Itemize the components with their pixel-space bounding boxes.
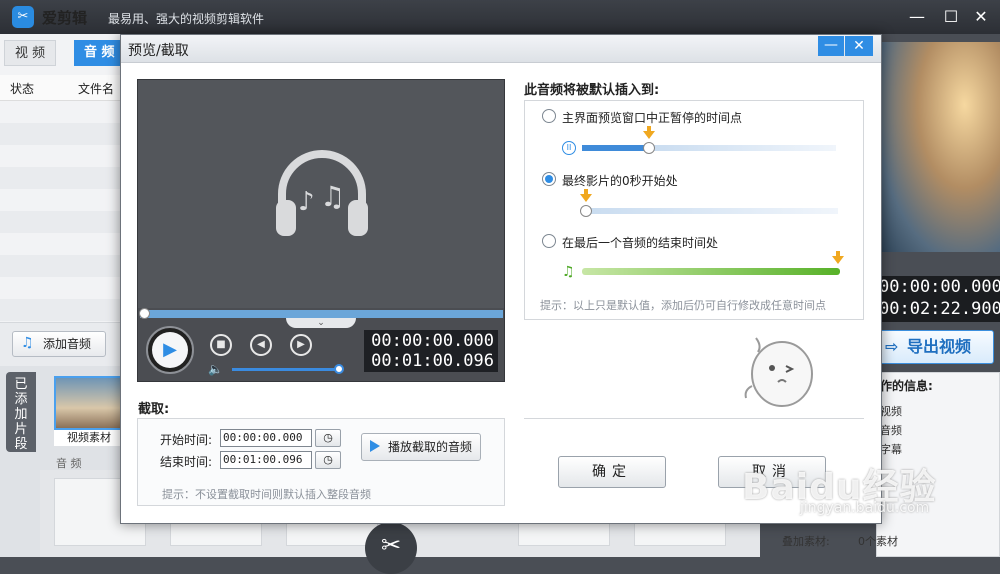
play-icon[interactable]: ▶ [152, 332, 188, 368]
insert-position-title: 此音频将被默认插入到: [524, 83, 660, 98]
info-line: 音频 [880, 424, 902, 437]
timeline-handle [643, 142, 655, 154]
list-row [0, 167, 120, 189]
player-time-total: 00:01:00.096 [371, 351, 494, 371]
pause-icon: II [562, 141, 576, 155]
end-time-clock-button[interactable]: ◷ [315, 451, 341, 469]
export-video-button[interactable]: ⇨ 导出视频 [876, 330, 994, 364]
option-start-label[interactable]: 最终影片的0秒开始处 [562, 172, 678, 189]
option-last-audio-end-radio[interactable] [542, 234, 556, 248]
svg-text:♪: ♪ [298, 187, 315, 217]
timeline-bar [586, 208, 838, 214]
end-time-input[interactable]: 00:01:00.096 [220, 451, 312, 469]
overlay-value: 0个素材 [858, 535, 898, 548]
option-paused-point-radio[interactable] [542, 109, 556, 123]
insert-marker-icon [832, 256, 844, 264]
dialog-minimize-button[interactable]: — [818, 36, 844, 56]
preview-image [882, 42, 1000, 252]
clip-label: 视频素材 [54, 430, 124, 446]
mascot-image [744, 337, 813, 407]
start-time-label: 开始时间: [160, 433, 213, 447]
app-slogan: 最易用、强大的视频剪辑软件 [108, 12, 265, 26]
play-triangle-icon [370, 440, 380, 452]
playback-progress-bar[interactable] [140, 310, 503, 318]
dialog-titlebar [121, 35, 881, 63]
add-music-icon: ♫ [21, 335, 34, 351]
insert-marker-icon [643, 131, 655, 139]
export-label: 导出视频 [907, 337, 972, 356]
baidu-watermark-url: jingyan.baidu.com [800, 500, 930, 516]
next-button[interactable]: ▶ [290, 334, 312, 356]
expand-toggle[interactable]: ⌄ [286, 318, 356, 328]
option-paused-point-label[interactable]: 主界面预览窗口中正暂停的时间点 [562, 109, 742, 126]
end-time-label: 结束时间: [160, 455, 213, 469]
column-status: 状态 [10, 82, 35, 96]
dialog-divider [524, 418, 864, 419]
play-cut-audio-label: 播放截取的音频 [388, 440, 473, 454]
player-timecode: 00:00:00.000 00:01:00.096 [364, 330, 498, 372]
added-clips-tab[interactable]: 已添加片段 [6, 372, 36, 452]
export-icon: ⇨ [885, 337, 899, 356]
tab-video[interactable]: 视 频 [4, 40, 57, 66]
overlay-label: 叠加素材: [782, 535, 830, 548]
list-row [0, 255, 120, 277]
audio-track-bar [582, 268, 840, 275]
add-audio-button[interactable]: ♫ 添加音频 [12, 331, 106, 357]
audio-track-label: 音 频 [56, 457, 82, 470]
main-time-current: 00:00:00.000 [879, 277, 1000, 297]
insert-hint: 提示：以上只是默认值，添加后仍可自行修改成任意时间点 [540, 299, 826, 312]
player-time-current: 00:00:00.000 [371, 331, 494, 351]
insert-marker-icon [580, 194, 592, 202]
volume-slider[interactable] [232, 368, 336, 371]
list-row [0, 123, 120, 145]
app-logo-icon: ✂ [12, 6, 34, 28]
timeline-start-handle [580, 205, 592, 217]
dialog-title: 预览/截取 [128, 43, 189, 59]
list-row [0, 299, 120, 321]
info-title: 作的信息: [880, 379, 933, 393]
tab-audio[interactable]: 音 频 [74, 40, 125, 66]
ok-button[interactable]: 确定 [558, 456, 666, 488]
clip-thumbnail[interactable] [54, 376, 124, 430]
stop-button[interactable]: ■ [210, 334, 232, 356]
close-button[interactable]: ✕ [970, 6, 992, 28]
start-time-clock-button[interactable]: ◷ [315, 429, 341, 447]
main-timecode: 00:00:00.000 00:02:22.900 [875, 276, 1000, 322]
timeline-remaining-bar [648, 145, 836, 151]
cut-hint: 提示：不设置截取时间则默认插入整段音频 [162, 488, 371, 501]
svg-text:♫: ♫ [320, 180, 345, 213]
main-time-total: 00:02:22.900 [879, 299, 1000, 319]
option-last-audio-end-label[interactable]: 在最后一个音频的结束时间处 [562, 234, 718, 251]
minimize-button[interactable]: — [906, 6, 928, 28]
added-clips-label: 已添加片段 [14, 377, 28, 452]
playback-progress-handle[interactable] [139, 308, 150, 319]
start-time-input[interactable]: 00:00:00.000 [220, 429, 312, 447]
media-list-header: 状态 文件名 [0, 75, 120, 101]
music-note-icon: ♫ [562, 264, 575, 280]
volume-handle[interactable] [334, 364, 344, 374]
radio-selected-dot [545, 175, 553, 183]
info-line: 视频 [880, 405, 902, 418]
previous-button[interactable]: ◀ [250, 334, 272, 356]
cut-section-label: 截取: [138, 402, 170, 417]
list-row [0, 211, 120, 233]
dialog-close-button[interactable]: ✕ [845, 36, 873, 56]
add-audio-label: 添加音频 [43, 337, 92, 351]
maximize-button[interactable]: ☐ [940, 6, 962, 28]
info-line: 字幕 [880, 443, 902, 456]
volume-icon[interactable]: 🔈 [208, 362, 223, 376]
app-name: 爱剪辑 [42, 9, 88, 27]
headphones-icon: ♪ ♫ [276, 150, 368, 236]
scissors-icon[interactable]: ✂ [365, 522, 417, 574]
column-filename: 文件名 [78, 82, 115, 96]
timeline-played-bar [582, 145, 648, 151]
